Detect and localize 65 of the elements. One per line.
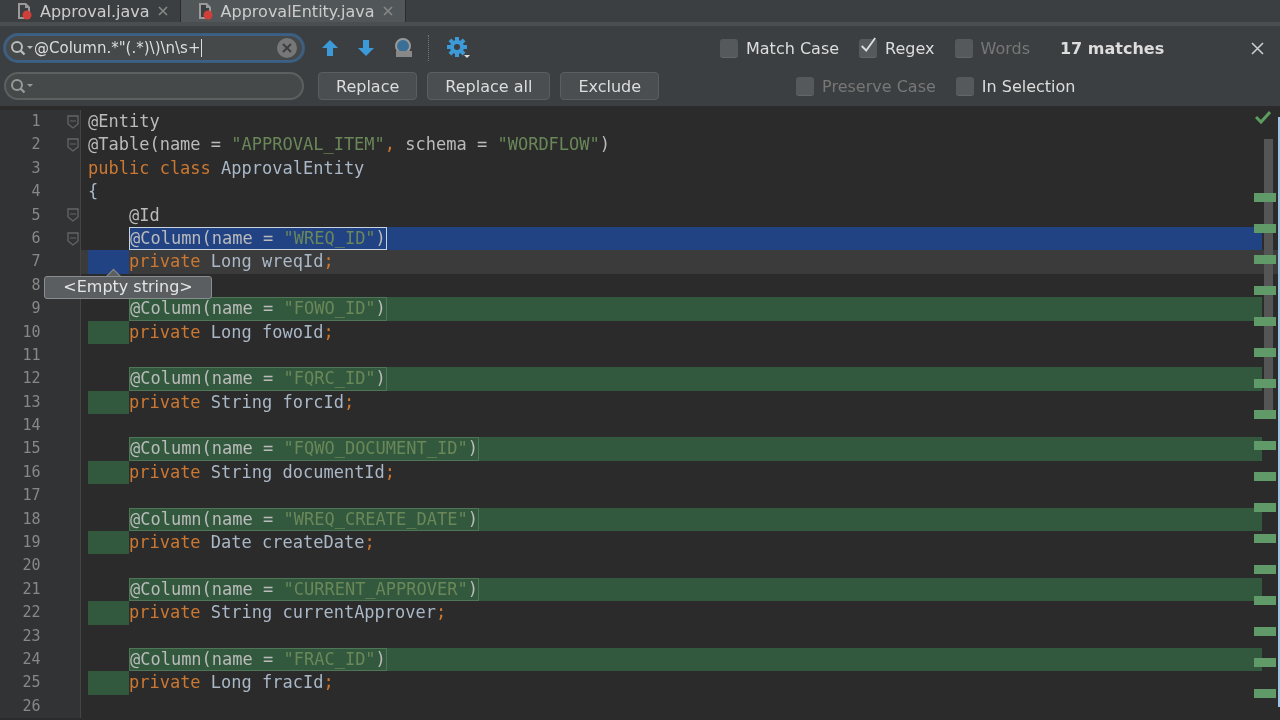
line-number: 26	[21, 695, 41, 717]
line-number: 1	[30, 111, 41, 132]
code-line: private Date createDate;	[128, 531, 375, 555]
file-tab[interactable]: ApprovalEntity.java	[180, 0, 406, 22]
code-line: private Long wreqId;	[128, 250, 334, 274]
line-number: 22	[21, 602, 41, 624]
option-checkbox[interactable]: Match Case	[720, 38, 840, 58]
action-button[interactable]: Exclude	[560, 72, 660, 100]
line-number: 3	[30, 157, 41, 179]
line-number: 12	[21, 368, 41, 390]
arrow-up-icon[interactable]	[320, 38, 340, 58]
line-number: 21	[21, 578, 41, 600]
code-line: public class ApprovalEntity	[88, 156, 365, 180]
line-number: 18	[21, 508, 41, 530]
line-number: 16	[21, 461, 41, 483]
line-number: 4	[30, 181, 41, 203]
search-icon	[10, 40, 34, 56]
java-file-icon	[196, 2, 215, 20]
clear-icon[interactable]	[276, 37, 298, 59]
line-number: 8	[30, 274, 41, 296]
fold-icon[interactable]	[67, 114, 79, 129]
line-number: 9	[30, 298, 41, 320]
line-number: 7	[30, 251, 41, 273]
option-checkbox[interactable]: In Selection	[955, 76, 1076, 96]
tooltip: <Empty string>	[44, 275, 212, 299]
line-number: 11	[21, 344, 41, 366]
action-button[interactable]: Replace all	[427, 72, 551, 100]
line-number: 24	[21, 649, 41, 670]
action-button[interactable]: Replace	[318, 72, 418, 100]
code-line: {	[88, 180, 99, 204]
close-icon[interactable]	[157, 6, 168, 16]
line-number: 5	[30, 204, 41, 226]
option-checkbox[interactable]: Regex	[859, 38, 935, 58]
line-number: 2	[30, 134, 41, 156]
code-line: private Long fracId;	[128, 671, 334, 695]
close-icon[interactable]	[1251, 41, 1264, 55]
line-number: 20	[21, 555, 41, 577]
code-line: @Id	[128, 203, 160, 227]
code-line: private String documentId;	[128, 460, 396, 484]
line-number: 15	[21, 438, 41, 460]
fold-icon[interactable]	[67, 138, 79, 153]
code-line: private String forcId;	[128, 390, 355, 414]
check-icon	[1255, 111, 1271, 125]
text-cursor	[200, 39, 202, 57]
arrow-down-icon[interactable]	[356, 38, 376, 58]
fold-icon[interactable]	[67, 231, 79, 246]
match-count: 17 matches	[1059, 38, 1165, 58]
code-line: @Table(name = "APPROVAL_ITEM", schema = "WORDFLOW")	[88, 133, 611, 157]
search-field[interactable]: @Column.*"(.*)\)\n\s+	[4, 34, 304, 62]
line-number: 13	[21, 391, 41, 413]
code-line: @Entity	[88, 110, 160, 133]
line-number: 19	[21, 532, 41, 554]
line-number: 23	[21, 625, 41, 647]
file-tab[interactable]: Approval.java	[0, 0, 181, 22]
code-line: private Long fowoId;	[128, 320, 334, 344]
line-number: 10	[21, 321, 41, 343]
settings-icon[interactable]	[446, 36, 472, 60]
search-icon	[10, 78, 34, 94]
line-number: 25	[21, 672, 41, 694]
line-number: 17	[21, 485, 41, 507]
line-number: 14	[21, 415, 41, 437]
replace-field[interactable]	[4, 72, 304, 100]
code-line: private String currentApprover;	[128, 601, 447, 625]
line-number: 6	[30, 227, 41, 249]
fold-icon[interactable]	[67, 208, 79, 223]
